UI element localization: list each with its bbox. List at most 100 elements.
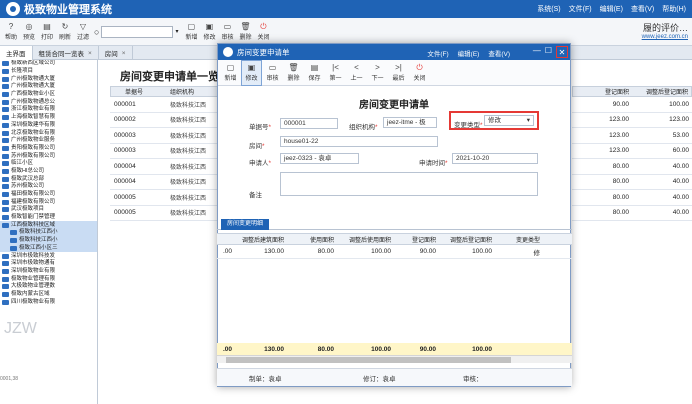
- col-adj-building-area[interactable]: 调整后建筑面积: [235, 235, 287, 244]
- tree-item[interactable]: 贵阳极致有限公司: [0, 145, 97, 153]
- table-row[interactable]: 123.00 53.00: [572, 128, 692, 144]
- col-adj-reg-area[interactable]: 调整后登记面积: [439, 235, 495, 244]
- col-usable-area[interactable]: 使用面积: [287, 235, 337, 244]
- table-row[interactable]: 80.00 40.00: [572, 159, 692, 175]
- tree-item[interactable]: 极致科技江西小: [0, 236, 97, 245]
- tree-item[interactable]: 苏州极致有限公司: [0, 152, 97, 160]
- table-row[interactable]: 000005 极致科技江西: [110, 206, 220, 221]
- brand-link[interactable]: www.jeez.com.cn: [642, 34, 688, 40]
- help-button[interactable]: ? 帮助: [2, 19, 20, 45]
- room-field[interactable]: house01-22: [280, 136, 438, 147]
- tab-lease-contracts[interactable]: 租赁合同一览表 ×: [33, 46, 99, 60]
- table-row[interactable]: 90.00 100.00: [572, 97, 692, 113]
- menu-view[interactable]: 查看(V): [631, 4, 654, 14]
- tree-item[interactable]: 上海极致智慧有限: [0, 114, 97, 122]
- dialog-power-button[interactable]: ⏻ 关闭: [409, 60, 430, 86]
- tree-item[interactable]: 福建极致有限公司: [0, 198, 97, 206]
- table-row[interactable]: 000005 极致科技江西: [110, 190, 220, 206]
- tree-item[interactable]: 深圳市极致科技发: [0, 252, 97, 260]
- dialog-edit-button[interactable]: ▣ 修改: [241, 59, 262, 86]
- tree-item[interactable]: 极致智能门禁管理: [0, 214, 97, 222]
- tree-item[interactable]: 长隆项目: [0, 68, 97, 76]
- close-icon[interactable]: ×: [122, 50, 126, 57]
- menu-file[interactable]: 文件(F): [569, 4, 592, 14]
- dialog-menu-file[interactable]: 文件(F): [427, 48, 448, 58]
- tree-item[interactable]: 苏州极致公司: [0, 183, 97, 191]
- dialog-next-button[interactable]: > 下一: [367, 60, 388, 86]
- dialog-menu-view[interactable]: 查看(V): [488, 48, 510, 58]
- col-org[interactable]: 组织机构: [170, 87, 219, 96]
- menu-help[interactable]: 帮助(H): [662, 4, 686, 14]
- menu-system[interactable]: 系统(S): [537, 4, 560, 14]
- close-icon[interactable]: ✕: [556, 46, 568, 58]
- dialog-first-button[interactable]: |< 第一: [325, 60, 346, 86]
- main-edit-button[interactable]: ▣ 修改: [200, 19, 218, 45]
- org-field[interactable]: jeez-itme - 极: [383, 117, 437, 128]
- tree-item[interactable]: 极致新西区域公司: [0, 60, 97, 68]
- table-row[interactable]: 000002 极致科技江西: [110, 113, 220, 128]
- table-row[interactable]: 000004 极致科技江西: [110, 159, 220, 175]
- table-row[interactable]: 80.00 40.00: [572, 175, 692, 190]
- dialog-audit-button[interactable]: ▭ 审核: [262, 60, 283, 86]
- horizontal-scrollbar[interactable]: [217, 355, 572, 363]
- dialog-last-button[interactable]: >| 最后: [388, 60, 409, 86]
- tree-item[interactable]: 武汉极致项目: [0, 206, 97, 214]
- col-doc-no[interactable]: 单据号: [111, 87, 170, 96]
- tab-room-change-detail[interactable]: 房间变更明细: [221, 219, 270, 230]
- tree-item[interactable]: 广州极致物业服务: [0, 137, 97, 145]
- tree-item[interactable]: 广州极致物通大厦: [0, 75, 97, 83]
- tree-item[interactable]: 广州极致物通总公: [0, 98, 97, 106]
- apply-time-field[interactable]: 2021-10-20: [452, 153, 538, 164]
- tree-item[interactable]: 江西极致科技区域: [0, 221, 97, 230]
- tree-item[interactable]: 极致武汉总部: [0, 175, 97, 183]
- search-dropdown-icon[interactable]: ▾: [175, 28, 178, 35]
- dialog-new-button[interactable]: ▢ 新增: [220, 60, 241, 86]
- tree-item[interactable]: 广州极致物通大厦: [0, 83, 97, 91]
- table-row[interactable]: 000004 极致科技江西: [110, 175, 220, 190]
- table-row[interactable]: 000001 极致科技江西: [110, 97, 220, 113]
- main-close-button[interactable]: ⏻ 关闭: [254, 19, 272, 45]
- print-button[interactable]: ▤ 打印: [38, 19, 56, 45]
- tree-item[interactable]: 临江小区: [0, 160, 97, 168]
- table-row[interactable]: 123.00 123.00: [572, 113, 692, 128]
- tree-item[interactable]: 深圳极致建华有限: [0, 122, 97, 130]
- tree-item[interactable]: 极致内蒙古区域: [0, 291, 97, 299]
- maximize-icon[interactable]: ☐: [545, 46, 552, 58]
- applicant-field[interactable]: jeez-0323 - 袁卓: [280, 153, 359, 164]
- tree-item[interactable]: 极致物业管理有限: [0, 275, 97, 283]
- close-icon[interactable]: ×: [88, 50, 92, 57]
- tab-room[interactable]: 房间 ×: [99, 46, 133, 60]
- table-row[interactable]: 80.00 40.00: [572, 190, 692, 206]
- preview-button[interactable]: ◎ 预览: [20, 19, 38, 45]
- col-adj-reg-area[interactable]: 调整后登记面积: [632, 87, 691, 96]
- refresh-button[interactable]: ↻ 刷新: [56, 19, 74, 45]
- col-adj-usable-area[interactable]: 调整后使用面积: [337, 235, 394, 244]
- scrollbar-thumb[interactable]: [226, 357, 511, 363]
- tree-item[interactable]: 广西极致物业小区: [0, 91, 97, 99]
- col-reg-area[interactable]: 登记面积: [394, 235, 439, 244]
- tree-item[interactable]: 深圳极致物业有限: [0, 268, 97, 276]
- doc-no-field[interactable]: 000001: [280, 118, 338, 129]
- table-row[interactable]: 000003 极致科技江西: [110, 128, 220, 144]
- tree-item[interactable]: 福田极致有限公司: [0, 191, 97, 199]
- col-reg-area[interactable]: 登记面积: [573, 87, 632, 96]
- main-new-button[interactable]: ▢ 新增: [182, 19, 200, 45]
- menu-edit[interactable]: 编辑(E): [600, 4, 623, 14]
- filter-button[interactable]: ▽ 过滤: [74, 19, 92, 45]
- search-input[interactable]: [101, 25, 174, 38]
- dialog-save-button[interactable]: ▤ 保存: [304, 60, 325, 86]
- tree-item[interactable]: 极致科技江西小: [0, 229, 97, 237]
- tree-item[interactable]: 北京极致物业有限: [0, 129, 97, 137]
- remark-textarea[interactable]: [280, 172, 538, 196]
- main-audit-button[interactable]: ▭ 审核: [218, 19, 236, 45]
- tree-item[interactable]: 极致江西小区三: [0, 244, 97, 253]
- tree-item[interactable]: 浙江极致物业有限: [0, 106, 97, 114]
- dialog-prev-button[interactable]: < 上一: [346, 60, 367, 86]
- table-row[interactable]: 123.00 60.00: [572, 144, 692, 159]
- tree-item[interactable]: 深圳市极致物通有: [0, 260, 97, 268]
- tab-main[interactable]: 主界面: [0, 46, 33, 60]
- tree-item[interactable]: 极致HI总公司: [0, 168, 97, 176]
- main-delete-button[interactable]: 🗑 删除: [236, 19, 254, 45]
- table-row[interactable]: .00 130.00 80.00 100.00 90.00 100.00 修: [217, 245, 572, 259]
- dialog-menu-edit[interactable]: 编辑(E): [458, 48, 480, 58]
